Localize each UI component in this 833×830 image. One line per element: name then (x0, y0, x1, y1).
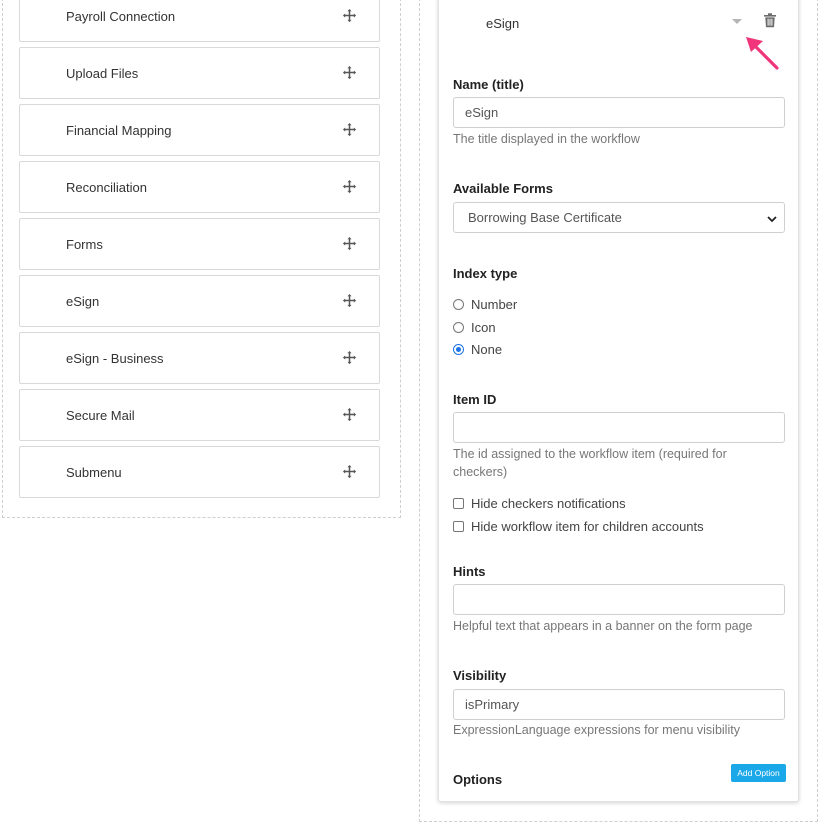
move-arrows-icon[interactable] (342, 179, 357, 194)
trash-icon[interactable] (763, 13, 777, 28)
workflow-item-label: eSign - Business (66, 350, 164, 366)
options-label: Options (453, 772, 503, 787)
radio-label: Icon (471, 319, 496, 335)
hints-label: Hints (453, 564, 486, 579)
visibility-input[interactable] (453, 689, 785, 720)
index-type-icon[interactable]: Icon (453, 318, 496, 336)
workflow-item-label: Reconciliation (66, 179, 147, 195)
workflow-item-payroll-connection[interactable]: Payroll Connection (19, 0, 380, 42)
hide-for-children-accounts[interactable]: Hide workflow item for children accounts (453, 517, 704, 535)
index-type-none[interactable]: None (453, 340, 502, 358)
item-id-help-text: The id assigned to the workflow item (re… (453, 447, 727, 479)
chevron-down-icon (766, 212, 778, 224)
name-help-text: The title displayed in the workflow (453, 132, 640, 146)
workflow-item-label: eSign (66, 293, 100, 309)
radio-number[interactable] (453, 298, 464, 310)
workflow-item-esign[interactable]: eSign (19, 275, 380, 327)
workflow-item-upload-files[interactable]: Upload Files (19, 47, 380, 99)
index-type-number[interactable]: Number (453, 295, 517, 313)
workflow-item-label: Forms (66, 236, 103, 252)
move-arrows-icon[interactable] (342, 407, 357, 422)
radio-label: None (471, 341, 503, 357)
hints-input[interactable] (453, 584, 785, 615)
visibility-help-text: ExpressionLanguage expressions for menu … (453, 723, 740, 737)
workflow-item-reconciliation[interactable]: Reconciliation (19, 161, 380, 213)
item-id-label: Item ID (453, 392, 497, 407)
workflow-item-label: Upload Files (66, 65, 139, 81)
item-editor-card: eSign Name (title) The title displayed i… (438, 0, 799, 802)
workflow-item-financial-mapping[interactable]: Financial Mapping (19, 104, 380, 156)
move-arrows-icon[interactable] (342, 122, 357, 137)
move-arrows-icon[interactable] (342, 350, 357, 365)
name-label: Name (title) (453, 77, 524, 92)
caret-down-icon[interactable] (732, 19, 742, 24)
checkbox-label: Hide workflow item for children accounts (471, 518, 704, 534)
workflow-item-label: Financial Mapping (66, 122, 172, 138)
workflow-item-label: Secure Mail (66, 407, 135, 423)
workflow-item-esign-business[interactable]: eSign - Business (19, 332, 380, 384)
move-arrows-icon[interactable] (342, 8, 357, 23)
editor-title: eSign (486, 16, 520, 31)
available-forms-select[interactable]: Borrowing Base Certificate (453, 202, 785, 233)
index-type-label: Index type (453, 266, 518, 281)
move-arrows-icon[interactable] (342, 464, 357, 479)
checkbox-label: Hide checkers notifications (471, 495, 626, 511)
item-id-input[interactable] (453, 412, 785, 443)
move-arrows-icon[interactable] (342, 293, 357, 308)
move-arrows-icon[interactable] (342, 65, 357, 80)
workflow-item-secure-mail[interactable]: Secure Mail (19, 389, 380, 441)
hide-children-checkbox[interactable] (453, 520, 464, 532)
workflow-item-label: Submenu (66, 464, 122, 480)
radio-label: Number (471, 296, 518, 312)
pointer-arrow-icon (744, 34, 784, 74)
move-arrows-icon[interactable] (342, 236, 357, 251)
name-input[interactable] (453, 97, 785, 128)
available-forms-value: Borrowing Base Certificate (468, 210, 622, 225)
workflow-item-label: Payroll Connection (66, 8, 176, 24)
radio-none[interactable] (453, 343, 464, 355)
hints-help-text: Helpful text that appears in a banner on… (453, 619, 753, 633)
workflow-item-submenu[interactable]: Submenu (19, 446, 380, 498)
visibility-label: Visibility (453, 668, 507, 683)
available-forms-label: Available Forms (453, 181, 553, 196)
hide-checkers-notifications[interactable]: Hide checkers notifications (453, 494, 626, 512)
radio-icon[interactable] (453, 321, 464, 333)
add-option-button[interactable]: Add Option (731, 764, 786, 782)
hide-checkers-checkbox[interactable] (453, 497, 464, 509)
workflow-item-forms[interactable]: Forms (19, 218, 380, 270)
